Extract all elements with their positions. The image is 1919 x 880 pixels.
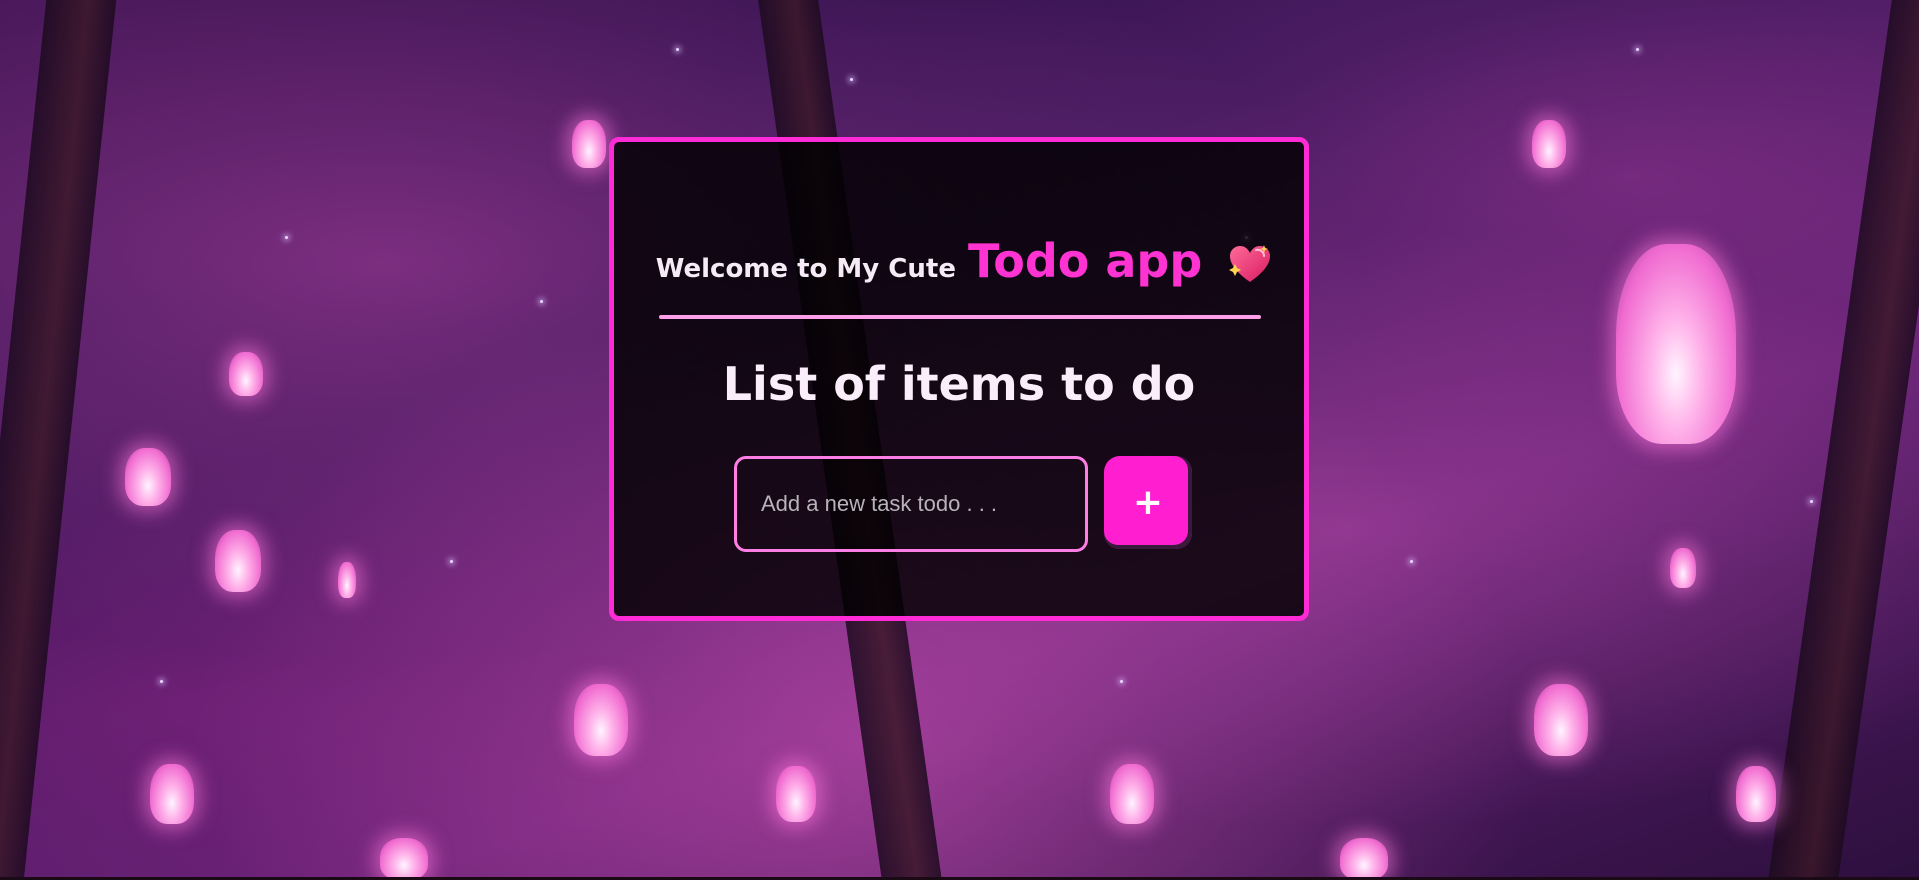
lantern <box>1616 244 1736 444</box>
lantern <box>1340 838 1388 880</box>
new-task-input[interactable] <box>734 456 1088 552</box>
star <box>450 560 453 563</box>
star <box>160 680 163 683</box>
lantern <box>1110 764 1154 824</box>
list-heading: List of items to do <box>722 357 1196 411</box>
star <box>285 236 288 239</box>
star <box>540 300 543 303</box>
welcome-text: Welcome to My Cute <box>655 254 956 284</box>
lantern <box>380 838 428 880</box>
lantern <box>572 120 606 168</box>
star <box>850 78 853 81</box>
star <box>1120 680 1123 683</box>
star <box>1410 560 1413 563</box>
tree-trunk <box>0 0 117 880</box>
lantern <box>229 352 263 396</box>
star <box>1810 500 1813 503</box>
star <box>676 48 679 51</box>
lantern <box>150 764 194 824</box>
todo-card: Welcome to My Cute Todo app List of item… <box>609 137 1309 621</box>
lantern <box>1532 120 1566 168</box>
add-task-button[interactable]: + <box>1104 456 1192 549</box>
lantern <box>574 684 628 756</box>
tree-trunk <box>1768 0 1919 880</box>
lantern <box>1736 766 1776 822</box>
lantern <box>1534 684 1588 756</box>
lantern <box>1670 548 1696 588</box>
welcome-header: Welcome to My Cute Todo app <box>656 234 1271 294</box>
header-divider <box>659 315 1261 319</box>
lantern <box>338 562 356 598</box>
star <box>1636 48 1639 51</box>
lantern <box>215 530 261 592</box>
app-name: Todo app <box>967 234 1203 288</box>
lantern <box>776 766 816 822</box>
sparkling-heart-icon <box>1226 244 1272 284</box>
lantern <box>125 448 171 506</box>
